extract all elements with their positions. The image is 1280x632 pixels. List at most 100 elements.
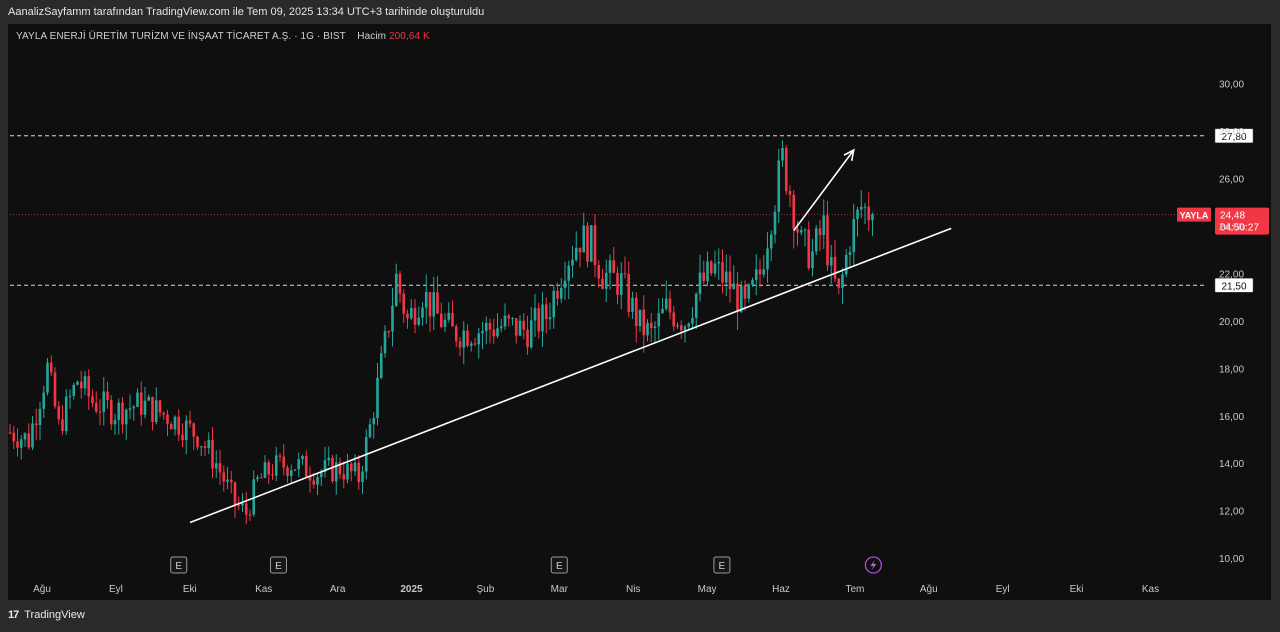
candle-body (616, 272, 619, 295)
x-tick-label: Eyl (996, 584, 1010, 595)
drawings-layer (189, 148, 952, 524)
candle-body (777, 160, 781, 212)
candle-body (372, 418, 376, 425)
candle-body (811, 251, 814, 269)
candle-body (687, 323, 691, 327)
candle-body (154, 400, 158, 423)
candle-body (844, 254, 848, 275)
candle-body (417, 317, 421, 325)
candle-body (754, 269, 758, 281)
candle-body (211, 440, 214, 469)
candle-body (604, 272, 608, 289)
lightning-event-icon[interactable] (864, 556, 883, 574)
candle-body (781, 148, 784, 161)
candle-body (402, 293, 406, 314)
candle-body (72, 384, 76, 396)
candle-body (439, 313, 443, 328)
candle-body (837, 278, 841, 288)
candle-body (814, 228, 818, 252)
symbol-header[interactable]: YAYLA ENERJİ ÜRETİM TURİZM VE İNŞAAT TİC… (16, 31, 430, 42)
candle-body (597, 265, 601, 279)
candle-body (642, 309, 646, 336)
tradingview-logo-icon: 17 (8, 609, 19, 621)
candle-body (136, 392, 139, 407)
candle-body (301, 455, 304, 460)
candle-body (503, 315, 507, 327)
candle-body (184, 420, 188, 441)
candle-body (859, 206, 863, 210)
price-chart[interactable]: 27,8021,50YAYLA 24,4804:50:27 10,0012,001… (0, 0, 1280, 632)
candle-body (241, 503, 244, 506)
candle-body (586, 225, 589, 262)
candle-body (826, 215, 829, 266)
candle-body (548, 317, 552, 320)
candle-body (166, 414, 169, 425)
candle-body (274, 455, 278, 476)
candle-body (792, 194, 796, 230)
candle-body (567, 265, 571, 281)
candle-body (169, 424, 173, 430)
x-tick-label: Nis (626, 584, 640, 595)
candle-body (181, 434, 184, 441)
candle-body (312, 480, 316, 485)
candle-body (608, 260, 612, 273)
candle-body (278, 455, 282, 457)
x-tick-label: 2025 (400, 584, 423, 595)
candle-body (34, 423, 38, 426)
event-markers-layer: EEEE (170, 556, 883, 574)
candle-body (758, 269, 762, 275)
candle-body (871, 214, 874, 221)
x-tick-label: Ara (330, 584, 346, 595)
earnings-event-icon[interactable]: E (269, 556, 287, 574)
candle-body (533, 308, 537, 321)
candle-body (833, 257, 837, 279)
candle-body (766, 248, 769, 270)
candle-body (409, 307, 413, 319)
candle-body (721, 261, 724, 283)
earnings-event-icon[interactable]: E (713, 556, 731, 574)
candle-body (462, 330, 466, 348)
candle-body (668, 298, 672, 313)
earnings-event-icon[interactable]: E (550, 556, 568, 574)
candle-body (841, 274, 844, 288)
candle-body (91, 396, 94, 404)
candle-body (799, 230, 803, 233)
footer[interactable]: 17 TradingView (8, 609, 85, 621)
candle-body (739, 285, 743, 313)
candle-body (661, 308, 664, 314)
candle-body (473, 343, 477, 345)
candle-body (98, 411, 102, 413)
candle-body (222, 472, 226, 482)
candle-body (556, 290, 559, 299)
candle-body (327, 457, 331, 461)
candle-body (83, 376, 87, 389)
candle-body (271, 474, 274, 476)
candle-body (511, 318, 514, 320)
candle-body (683, 326, 687, 331)
candle-body (649, 322, 653, 328)
candle-body (203, 446, 207, 448)
candle-body (728, 271, 732, 290)
candle-body (589, 225, 593, 262)
lightning-bolt (870, 560, 877, 570)
candle-body (582, 225, 586, 253)
earnings-event-icon[interactable]: E (170, 556, 188, 574)
earnings-letter: E (719, 561, 726, 572)
y-tick-label: 20,00 (1219, 317, 1244, 328)
candle-body (829, 257, 833, 266)
candle-body (694, 293, 698, 318)
candle-body (863, 206, 867, 208)
candle-body (788, 191, 792, 195)
candle-body (428, 292, 432, 317)
candle-body (646, 322, 649, 336)
candle-body (822, 215, 826, 236)
earnings-letter: E (556, 561, 563, 572)
candle-body (713, 263, 717, 274)
candle-body (391, 305, 394, 332)
candle-body (702, 272, 706, 282)
candle-body (218, 463, 222, 473)
candle-body (593, 225, 597, 266)
candle-body (353, 462, 357, 472)
candle-body (244, 503, 248, 515)
y-tick-label: 26,00 (1219, 175, 1244, 186)
